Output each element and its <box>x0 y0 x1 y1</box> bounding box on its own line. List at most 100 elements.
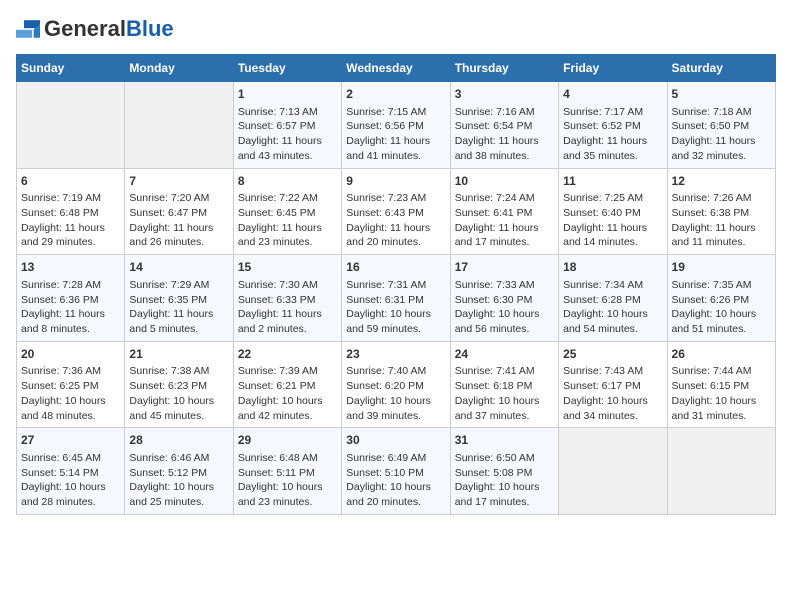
calendar-cell: 3 Sunrise: 7:16 AM Sunset: 6:54 PM Daylig… <box>450 82 558 169</box>
day-number: 12 <box>672 173 771 190</box>
day-content: Sunrise: 7:31 AM Sunset: 6:31 PM Dayligh… <box>346 278 445 337</box>
calendar-cell <box>17 82 125 169</box>
day-content: Sunrise: 7:30 AM Sunset: 6:33 PM Dayligh… <box>238 278 337 337</box>
day-content: Sunrise: 7:15 AM Sunset: 6:56 PM Dayligh… <box>346 105 445 164</box>
day-content: Sunrise: 7:28 AM Sunset: 6:36 PM Dayligh… <box>21 278 120 337</box>
header-day: Saturday <box>667 55 775 82</box>
calendar-cell: 25Sunrise: 7:43 AM Sunset: 6:17 PM Dayli… <box>559 341 667 428</box>
calendar-cell: 15 Sunrise: 7:30 AM Sunset: 6:33 PM Dayli… <box>233 255 341 342</box>
day-number: 14 <box>129 259 228 276</box>
calendar-cell: 22Sunrise: 7:39 AM Sunset: 6:21 PM Dayli… <box>233 341 341 428</box>
logo: GeneralBlue <box>16 16 174 42</box>
day-number: 23 <box>346 346 445 363</box>
header-day: Thursday <box>450 55 558 82</box>
calendar-cell: 24Sunrise: 7:41 AM Sunset: 6:18 PM Dayli… <box>450 341 558 428</box>
logo-text: GeneralBlue <box>44 16 174 42</box>
header-day: Wednesday <box>342 55 450 82</box>
calendar-week: 1 Sunrise: 7:13 AM Sunset: 6:57 PM Daylig… <box>17 82 776 169</box>
day-content: Sunrise: 7:33 AM Sunset: 6:30 PM Dayligh… <box>455 278 554 337</box>
calendar-cell: 11Sunrise: 7:25 AM Sunset: 6:40 PM Dayli… <box>559 168 667 255</box>
day-number: 19 <box>672 259 771 276</box>
calendar-cell: 18 Sunrise: 7:34 AM Sunset: 6:28 PM Dayli… <box>559 255 667 342</box>
day-number: 25 <box>563 346 662 363</box>
calendar-cell: 9Sunrise: 7:23 AM Sunset: 6:43 PM Daylig… <box>342 168 450 255</box>
day-number: 21 <box>129 346 228 363</box>
day-content: Sunrise: 7:23 AM Sunset: 6:43 PM Dayligh… <box>346 191 445 250</box>
calendar-cell: 8Sunrise: 7:22 AM Sunset: 6:45 PM Daylig… <box>233 168 341 255</box>
day-content: Sunrise: 7:36 AM Sunset: 6:25 PM Dayligh… <box>21 364 120 423</box>
day-number: 24 <box>455 346 554 363</box>
day-content: Sunrise: 7:35 AM Sunset: 6:26 PM Dayligh… <box>672 278 771 337</box>
day-content: Sunrise: 7:34 AM Sunset: 6:28 PM Dayligh… <box>563 278 662 337</box>
day-number: 6 <box>21 173 120 190</box>
day-number: 13 <box>21 259 120 276</box>
calendar-table: SundayMondayTuesdayWednesdayThursdayFrid… <box>16 54 776 515</box>
calendar-cell: 4 Sunrise: 7:17 AM Sunset: 6:52 PM Daylig… <box>559 82 667 169</box>
day-content: Sunrise: 6:48 AM Sunset: 5:11 PM Dayligh… <box>238 451 337 510</box>
calendar-cell: 2 Sunrise: 7:15 AM Sunset: 6:56 PM Daylig… <box>342 82 450 169</box>
day-number: 9 <box>346 173 445 190</box>
day-number: 26 <box>672 346 771 363</box>
day-content: Sunrise: 7:25 AM Sunset: 6:40 PM Dayligh… <box>563 191 662 250</box>
page-header: GeneralBlue <box>16 16 776 42</box>
calendar-body: 1 Sunrise: 7:13 AM Sunset: 6:57 PM Daylig… <box>17 82 776 515</box>
calendar-cell <box>125 82 233 169</box>
day-content: Sunrise: 6:45 AM Sunset: 5:14 PM Dayligh… <box>21 451 120 510</box>
calendar-cell: 5 Sunrise: 7:18 AM Sunset: 6:50 PM Daylig… <box>667 82 775 169</box>
day-number: 3 <box>455 86 554 103</box>
day-content: Sunrise: 7:40 AM Sunset: 6:20 PM Dayligh… <box>346 364 445 423</box>
calendar-week: 13 Sunrise: 7:28 AM Sunset: 6:36 PM Dayli… <box>17 255 776 342</box>
day-content: Sunrise: 7:44 AM Sunset: 6:15 PM Dayligh… <box>672 364 771 423</box>
calendar-week: 27 Sunrise: 6:45 AM Sunset: 5:14 PM Dayli… <box>17 428 776 515</box>
day-content: Sunrise: 6:49 AM Sunset: 5:10 PM Dayligh… <box>346 451 445 510</box>
day-number: 28 <box>129 432 228 449</box>
day-number: 10 <box>455 173 554 190</box>
day-number: 18 <box>563 259 662 276</box>
day-number: 5 <box>672 86 771 103</box>
day-number: 27 <box>21 432 120 449</box>
calendar-cell <box>559 428 667 515</box>
day-number: 2 <box>346 86 445 103</box>
day-content: Sunrise: 7:13 AM Sunset: 6:57 PM Dayligh… <box>238 105 337 164</box>
day-number: 30 <box>346 432 445 449</box>
day-content: Sunrise: 7:18 AM Sunset: 6:50 PM Dayligh… <box>672 105 771 164</box>
calendar-cell: 14 Sunrise: 7:29 AM Sunset: 6:35 PM Dayli… <box>125 255 233 342</box>
day-number: 29 <box>238 432 337 449</box>
calendar-cell: 6Sunrise: 7:19 AM Sunset: 6:48 PM Daylig… <box>17 168 125 255</box>
logo-icon <box>16 20 40 38</box>
calendar-cell: 30 Sunrise: 6:49 AM Sunset: 5:10 PM Dayli… <box>342 428 450 515</box>
day-number: 1 <box>238 86 337 103</box>
calendar-cell: 16Sunrise: 7:31 AM Sunset: 6:31 PM Dayli… <box>342 255 450 342</box>
day-number: 15 <box>238 259 337 276</box>
calendar-header: SundayMondayTuesdayWednesdayThursdayFrid… <box>17 55 776 82</box>
header-day: Friday <box>559 55 667 82</box>
calendar-week: 20Sunrise: 7:36 AM Sunset: 6:25 PM Dayli… <box>17 341 776 428</box>
day-content: Sunrise: 7:43 AM Sunset: 6:17 PM Dayligh… <box>563 364 662 423</box>
header-day: Tuesday <box>233 55 341 82</box>
calendar-cell: 1 Sunrise: 7:13 AM Sunset: 6:57 PM Daylig… <box>233 82 341 169</box>
day-content: Sunrise: 7:17 AM Sunset: 6:52 PM Dayligh… <box>563 105 662 164</box>
day-content: Sunrise: 7:22 AM Sunset: 6:45 PM Dayligh… <box>238 191 337 250</box>
day-content: Sunrise: 7:26 AM Sunset: 6:38 PM Dayligh… <box>672 191 771 250</box>
day-number: 17 <box>455 259 554 276</box>
calendar-cell: 23Sunrise: 7:40 AM Sunset: 6:20 PM Dayli… <box>342 341 450 428</box>
day-content: Sunrise: 7:19 AM Sunset: 6:48 PM Dayligh… <box>21 191 120 250</box>
calendar-cell: 17 Sunrise: 7:33 AM Sunset: 6:30 PM Dayli… <box>450 255 558 342</box>
day-content: Sunrise: 7:24 AM Sunset: 6:41 PM Dayligh… <box>455 191 554 250</box>
calendar-cell: 21Sunrise: 7:38 AM Sunset: 6:23 PM Dayli… <box>125 341 233 428</box>
header-day: Monday <box>125 55 233 82</box>
calendar-cell: 27 Sunrise: 6:45 AM Sunset: 5:14 PM Dayli… <box>17 428 125 515</box>
day-number: 31 <box>455 432 554 449</box>
calendar-cell: 20Sunrise: 7:36 AM Sunset: 6:25 PM Dayli… <box>17 341 125 428</box>
day-content: Sunrise: 6:46 AM Sunset: 5:12 PM Dayligh… <box>129 451 228 510</box>
day-content: Sunrise: 7:29 AM Sunset: 6:35 PM Dayligh… <box>129 278 228 337</box>
day-number: 20 <box>21 346 120 363</box>
calendar-cell: 28 Sunrise: 6:46 AM Sunset: 5:12 PM Dayli… <box>125 428 233 515</box>
calendar-cell: 7Sunrise: 7:20 AM Sunset: 6:47 PM Daylig… <box>125 168 233 255</box>
day-content: Sunrise: 7:16 AM Sunset: 6:54 PM Dayligh… <box>455 105 554 164</box>
calendar-cell <box>667 428 775 515</box>
day-number: 8 <box>238 173 337 190</box>
calendar-cell: 13 Sunrise: 7:28 AM Sunset: 6:36 PM Dayli… <box>17 255 125 342</box>
calendar-week: 6Sunrise: 7:19 AM Sunset: 6:48 PM Daylig… <box>17 168 776 255</box>
day-number: 4 <box>563 86 662 103</box>
